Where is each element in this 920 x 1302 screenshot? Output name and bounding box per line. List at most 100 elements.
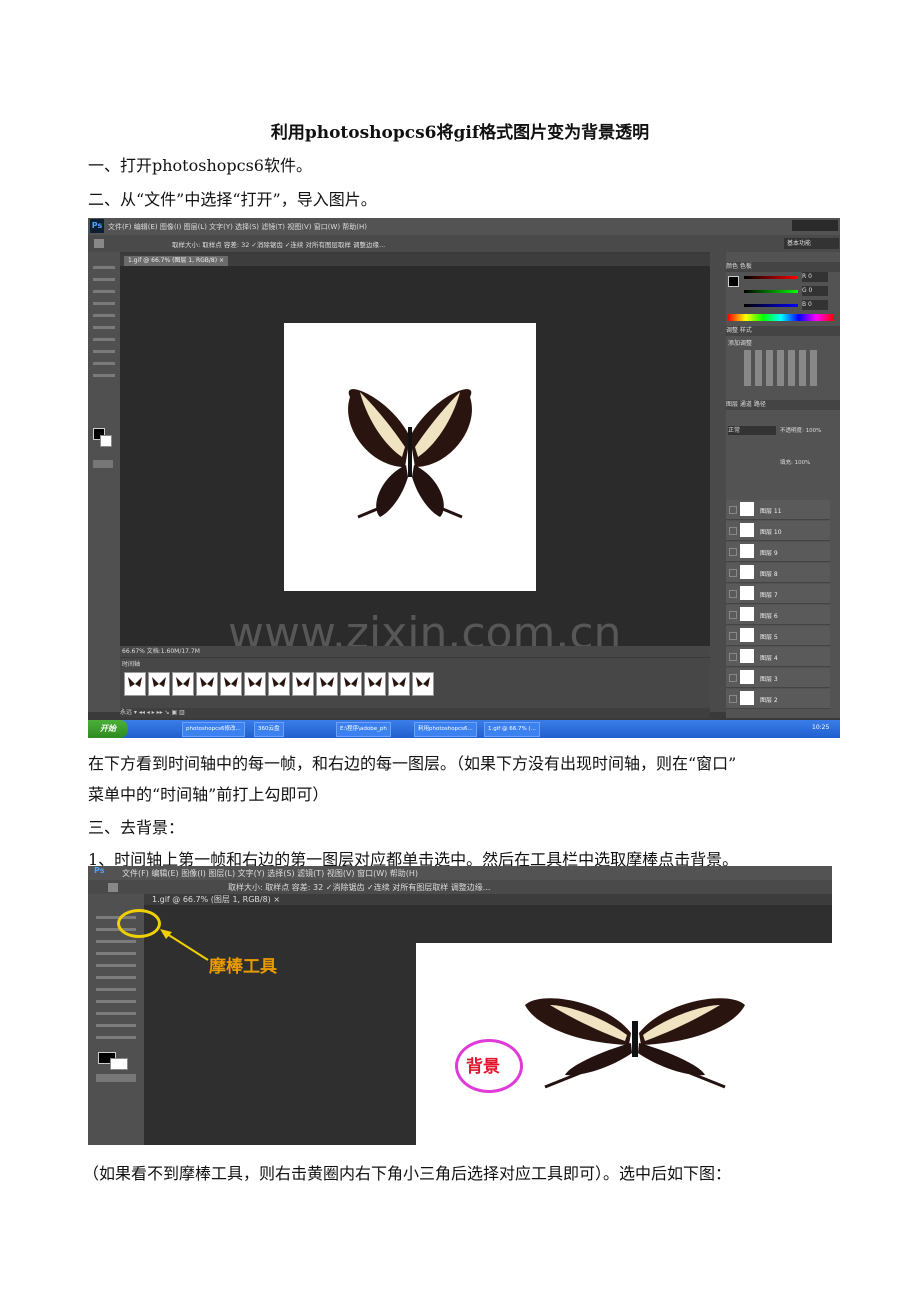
timeline-controls[interactable]: 永远 ▾ ◂◂ ◂ ▸ ▸▸ ↘ ▣ ▥ [120, 708, 710, 718]
arrow-icon [160, 929, 209, 961]
tool-icons[interactable] [93, 260, 115, 380]
tool-options[interactable]: 取样大小: 取样点 容差: 32 ✓消除锯齿 ✓连续 对所有图层取样 调整边缘.… [172, 239, 385, 249]
timeline-frame[interactable] [124, 672, 146, 696]
layer-row[interactable]: 图层 6 [726, 605, 830, 625]
layers-panel-header[interactable]: 图层 通道 路径 [726, 400, 840, 410]
visibility-toggle-icon[interactable] [729, 506, 737, 514]
butterfly-image [348, 389, 472, 519]
taskbar-task[interactable]: 利用photoshopcs6... [414, 722, 477, 737]
visibility-toggle-icon[interactable] [729, 632, 737, 640]
layer-row[interactable]: 图层 2 [726, 689, 830, 709]
timeline-label: 时间轴 [122, 661, 141, 668]
timeline-frame[interactable] [196, 672, 218, 696]
workspace-select[interactable]: 基本功能 [784, 238, 839, 249]
opacity-field[interactable]: 不透明度: 100% [780, 426, 821, 434]
caption-2: （如果看不到摩棒工具，则右击黄圈内右下角小三角后选择对应工具即可）。选中后如下图… [83, 1164, 732, 1183]
timeline-frame[interactable] [268, 672, 290, 696]
caption-1b: 菜单中的“时间轴”前打上勾即可） [88, 785, 329, 804]
frame-thumbnail [128, 677, 142, 687]
document-tab[interactable]: 1.gif @ 66.7% (图层 1, RGB/8) × [124, 256, 229, 266]
magic-wand-label: 摩棒工具 [209, 957, 277, 977]
layer-row[interactable]: 图层 3 [726, 668, 830, 688]
layer-name: 图层 9 [760, 550, 778, 557]
adjustment-icons[interactable] [744, 350, 820, 386]
visibility-toggle-icon[interactable] [729, 569, 737, 577]
document-tab-2[interactable]: 1.gif @ 66.7% (图层 1, RGB/8) × [144, 895, 280, 904]
color-spectrum[interactable] [728, 314, 834, 321]
quick-mask-icon[interactable] [93, 460, 113, 468]
visibility-toggle-icon[interactable] [729, 653, 737, 661]
toolbox [88, 252, 120, 712]
adjust-panel-header[interactable]: 调整 样式 [726, 326, 840, 336]
timeline-frame[interactable] [172, 672, 194, 696]
fill-field[interactable]: 填充: 100% [780, 458, 810, 466]
visibility-toggle-icon[interactable] [729, 611, 737, 619]
background-color-swatch[interactable] [100, 435, 112, 447]
visibility-toggle-icon[interactable] [729, 548, 737, 556]
frame-thumbnail [344, 677, 358, 687]
frame-thumbnail [200, 677, 214, 687]
timeline-frame[interactable] [148, 672, 170, 696]
green-slider[interactable] [744, 290, 798, 293]
layer-name: 图层 2 [760, 697, 778, 704]
layer-thumbnail [740, 586, 754, 600]
timeline-frame[interactable] [292, 672, 314, 696]
green-value[interactable]: G 0 [802, 286, 828, 296]
layer-row[interactable]: 图层 5 [726, 626, 830, 646]
window-controls[interactable] [792, 220, 838, 231]
layer-name: 图层 5 [760, 634, 778, 641]
frame-thumbnail [392, 677, 406, 687]
layer-row[interactable]: 图层 9 [726, 542, 830, 562]
layer-row[interactable]: 图层 8 [726, 563, 830, 583]
menu-bar: Ps 文件(F) 编辑(E) 图像(I) 图层(L) 文字(Y) 选择(S) 滤… [88, 218, 840, 235]
timeline-frame[interactable] [388, 672, 410, 696]
blend-mode-select[interactable]: 正常 [728, 426, 776, 435]
image-canvas[interactable] [284, 323, 536, 591]
layer-row[interactable]: 图层 10 [726, 521, 830, 541]
layer-row[interactable]: 图层 4 [726, 647, 830, 667]
timeline-frame[interactable] [220, 672, 242, 696]
layer-thumbnail [740, 628, 754, 642]
visibility-toggle-icon[interactable] [729, 674, 737, 682]
blue-slider[interactable] [744, 304, 798, 307]
taskbar-task[interactable]: 360云盘 [254, 722, 284, 737]
frame-thumbnail [296, 677, 310, 687]
taskbar-task[interactable]: photoshopcs6修改... [182, 722, 245, 737]
visibility-toggle-icon[interactable] [729, 527, 737, 535]
timeline-frame[interactable] [412, 672, 434, 696]
taskbar-task[interactable]: E:\程序\adobe_ph [336, 722, 391, 737]
menu-items[interactable]: 文件(F) 编辑(E) 图像(I) 图层(L) 文字(Y) 选择(S) 滤镜(T… [108, 222, 367, 232]
visibility-toggle-icon[interactable] [729, 695, 737, 703]
layer-row[interactable]: 图层 11 [726, 500, 830, 520]
background-color-swatch-2[interactable] [110, 1058, 128, 1070]
layer-name: 图层 7 [760, 592, 778, 599]
timeline-frame[interactable] [340, 672, 362, 696]
layer-thumbnail [740, 691, 754, 705]
panel-icon-strip [710, 252, 726, 712]
blue-value[interactable]: B 0 [802, 300, 828, 310]
timeline-frame[interactable] [244, 672, 266, 696]
visibility-toggle-icon[interactable] [729, 590, 737, 598]
quick-mask-icon-2[interactable] [96, 1074, 136, 1082]
layer-row[interactable]: 图层 7 [726, 584, 830, 604]
status-text: 66.67% 文档:1.60M/17.7M [122, 648, 200, 655]
frame-thumbnail [368, 677, 382, 687]
tool-options-2[interactable]: 取样大小: 取样点 容差: 32 ✓消除锯齿 ✓连续 对所有图层取样 调整边缘.… [228, 882, 490, 893]
red-value[interactable]: R 0 [802, 272, 828, 282]
timeline-frame[interactable] [364, 672, 386, 696]
layer-thumbnail [740, 565, 754, 579]
menu-items-2[interactable]: 文件(F) 编辑(E) 图像(I) 图层(L) 文字(Y) 选择(S) 滤镜(T… [122, 868, 418, 879]
timeline-frame[interactable] [316, 672, 338, 696]
photoshop-screenshot-1: Ps 文件(F) 编辑(E) 图像(I) 图层(L) 文字(Y) 选择(S) 滤… [88, 218, 840, 738]
layer-thumbnail [740, 544, 754, 558]
start-button[interactable]: 开始 [88, 720, 128, 738]
layer-thumbnail [740, 523, 754, 537]
magic-wand-icon-2[interactable] [108, 883, 118, 892]
taskbar-task[interactable]: 1.gif @ 66.7% (... [484, 722, 540, 737]
ps-logo: Ps [90, 219, 104, 233]
frame-thumbnail [248, 677, 262, 687]
red-slider[interactable] [744, 276, 798, 279]
panel-foreground-swatch[interactable] [728, 276, 739, 287]
magic-wand-icon[interactable] [94, 239, 104, 248]
color-panel-header[interactable]: 颜色 色板 [726, 262, 840, 272]
